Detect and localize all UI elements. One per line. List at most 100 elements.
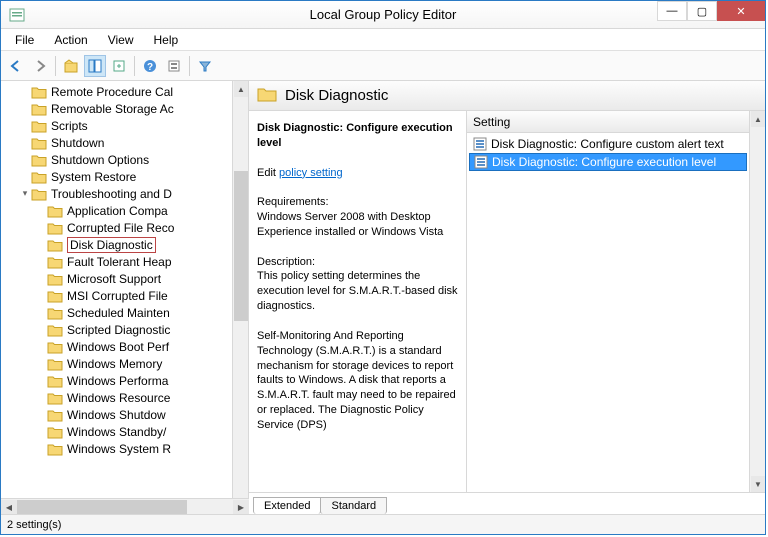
scroll-up-icon[interactable]: ▲	[234, 81, 248, 97]
tree-item[interactable]: Scripted Diagnostic	[1, 321, 232, 338]
tree-item[interactable]: System Restore	[1, 168, 232, 185]
tree-item-label: Application Compa	[67, 204, 168, 218]
folder-icon	[47, 442, 63, 456]
settings-list[interactable]: Disk Diagnostic: Configure custom alert …	[467, 133, 749, 492]
folder-icon	[47, 408, 63, 422]
folder-icon	[47, 391, 63, 405]
window-title: Local Group Policy Editor	[310, 7, 457, 22]
tree-item[interactable]: Shutdown Options	[1, 151, 232, 168]
toolbar: ?	[1, 51, 765, 81]
folder-icon	[31, 102, 47, 116]
tree-item[interactable]: Windows Boot Perf	[1, 338, 232, 355]
tab-extended[interactable]: Extended	[253, 497, 321, 514]
tree-item[interactable]: Windows Standby/	[1, 423, 232, 440]
tree-item-label: Windows Resource	[67, 391, 170, 405]
tree-item[interactable]: Fault Tolerant Heap	[1, 253, 232, 270]
edit-label: Edit	[257, 167, 276, 179]
properties-button[interactable]	[163, 55, 185, 77]
filter-button[interactable]	[194, 55, 216, 77]
tree-item[interactable]: Microsoft Support	[1, 270, 232, 287]
tree-item[interactable]: Application Compa	[1, 202, 232, 219]
menu-action[interactable]: Action	[46, 31, 95, 49]
scroll-left-icon[interactable]: ◀	[1, 500, 17, 514]
folder-icon	[47, 255, 63, 269]
app-icon	[9, 7, 25, 23]
tree-item-label: Windows Memory	[67, 357, 162, 371]
forward-button[interactable]	[29, 55, 51, 77]
tree-item[interactable]: Scripts	[1, 117, 232, 134]
tree-item-label: Fault Tolerant Heap	[67, 255, 172, 269]
collapse-icon[interactable]: ▾	[19, 188, 31, 199]
tree-item-label: Troubleshooting and D	[51, 187, 172, 201]
view-tabs: Extended Standard	[249, 492, 765, 514]
tree-item[interactable]: Remote Procedure Cal	[1, 83, 232, 100]
folder-icon	[31, 136, 47, 150]
scroll-down-icon[interactable]: ▼	[751, 476, 765, 492]
edit-policy-link[interactable]: policy setting	[279, 167, 343, 179]
show-hide-tree-button[interactable]	[84, 55, 106, 77]
export-button[interactable]	[108, 55, 130, 77]
tab-standard[interactable]: Standard	[320, 497, 387, 514]
menu-help[interactable]: Help	[146, 31, 187, 49]
scroll-thumb[interactable]	[234, 171, 248, 321]
menu-file[interactable]: File	[7, 31, 42, 49]
tree-item[interactable]: Windows Resource	[1, 389, 232, 406]
list-row[interactable]: Disk Diagnostic: Configure custom alert …	[469, 135, 747, 153]
help-button[interactable]: ?	[139, 55, 161, 77]
tree-item-label: MSI Corrupted File	[67, 289, 168, 303]
tree-item[interactable]: Windows Performa	[1, 372, 232, 389]
tree-item-label: Windows Boot Perf	[67, 340, 169, 354]
list-row-label: Disk Diagnostic: Configure execution lev…	[492, 155, 716, 169]
tree-item-label: System Restore	[51, 170, 136, 184]
description-body-2: Self-Monitoring And Reporting Technology…	[257, 330, 456, 431]
folder-icon	[257, 86, 277, 106]
status-text: 2 setting(s)	[7, 519, 61, 531]
tree-item[interactable]: Windows Shutdow	[1, 406, 232, 423]
description-body-1: This policy setting determines the execu…	[257, 270, 458, 312]
list-column-header[interactable]: Setting	[467, 111, 749, 133]
tree-item[interactable]: Shutdown	[1, 134, 232, 151]
settings-list-pane: Setting Disk Diagnostic: Configure custo…	[467, 111, 765, 492]
folder-icon	[47, 272, 63, 286]
tree-item[interactable]: Windows Memory	[1, 355, 232, 372]
tree-item[interactable]: Scheduled Mainten	[1, 304, 232, 321]
tree-item[interactable]: ▾ Troubleshooting and D	[1, 185, 232, 202]
folder-icon	[47, 425, 63, 439]
maximize-button[interactable]: ▢	[687, 1, 717, 21]
toolbar-separator	[134, 56, 135, 76]
tree-vscroll[interactable]: ▲ ▼	[232, 81, 248, 514]
tree-item[interactable]: Removable Storage Ac	[1, 100, 232, 117]
minimize-button[interactable]: —	[657, 1, 687, 21]
list-row-label: Disk Diagnostic: Configure custom alert …	[491, 137, 724, 151]
scroll-thumb[interactable]	[17, 500, 187, 514]
scroll-up-icon[interactable]: ▲	[751, 111, 765, 127]
folder-icon	[31, 85, 47, 99]
folder-icon	[31, 153, 47, 167]
tree-item-label: Windows Shutdow	[67, 408, 166, 422]
description-pane: Disk Diagnostic: Configure execution lev…	[249, 111, 467, 492]
tree-item[interactable]: MSI Corrupted File	[1, 287, 232, 304]
tree-item-label: Removable Storage Ac	[51, 102, 174, 116]
tree-item[interactable]: Corrupted File Reco	[1, 219, 232, 236]
tree-list[interactable]: Remote Procedure Cal Removable Storage Ac…	[1, 81, 232, 514]
status-bar: 2 setting(s)	[1, 514, 765, 534]
folder-icon	[47, 238, 63, 252]
list-row[interactable]: Disk Diagnostic: Configure execution lev…	[469, 153, 747, 171]
scroll-right-icon[interactable]: ▶	[233, 500, 249, 514]
folder-icon	[47, 221, 63, 235]
close-button[interactable]: ✕	[717, 1, 765, 21]
up-button[interactable]	[60, 55, 82, 77]
tree-item-label: Scheduled Mainten	[67, 306, 170, 320]
tree-hscroll[interactable]: ◀ ▶	[1, 498, 249, 514]
column-setting: Setting	[473, 115, 510, 129]
description-heading: Description:	[257, 256, 315, 268]
back-button[interactable]	[5, 55, 27, 77]
list-vscroll[interactable]: ▲ ▼	[749, 111, 765, 492]
content-area: Remote Procedure Cal Removable Storage Ac…	[1, 81, 765, 514]
menu-view[interactable]: View	[100, 31, 142, 49]
setting-icon	[474, 155, 488, 169]
tree-item[interactable]: Disk Diagnostic	[1, 236, 232, 253]
tree-item[interactable]: Windows System R	[1, 440, 232, 457]
tree-item-label: Scripts	[51, 119, 88, 133]
tree-item-label: Windows System R	[67, 442, 171, 456]
